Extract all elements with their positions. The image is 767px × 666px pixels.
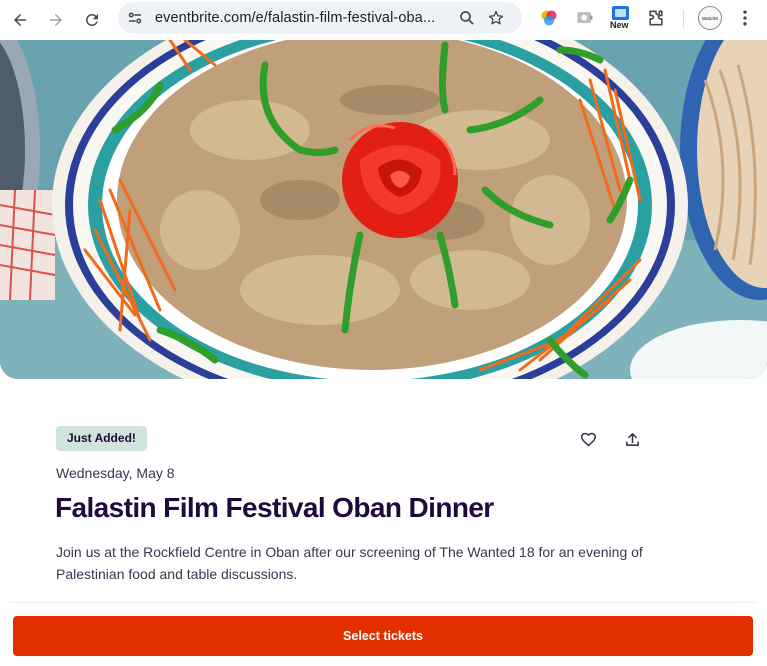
just-added-badge: Just Added! [56,426,147,451]
puzzle-extensions-icon[interactable] [646,8,666,28]
address-bar[interactable]: eventbrite.com/e/falastin-film-festival-… [118,2,522,34]
reload-icon [85,13,98,26]
forward-button[interactable] [41,5,71,35]
event-hero-image [0,40,767,379]
reload-button[interactable] [77,5,107,35]
back-button[interactable] [5,5,35,35]
arrow-left-icon [14,14,26,26]
url-text[interactable]: eventbrite.com/e/falastin-film-festival-… [155,10,451,26]
more-menu-icon[interactable] [735,8,755,28]
profile-avatar[interactable]: WatchIt [698,6,722,30]
zoom-icon[interactable] [458,9,476,27]
share-button[interactable] [620,427,644,451]
arrow-right-icon [50,14,62,26]
event-summary: Join us at the Rockfield Centre in Oban … [56,544,643,582]
new-label: New [610,20,629,30]
event-title: Falastin Film Festival Oban Dinner [55,492,494,523]
event-date: Wednesday, May 8 [56,465,175,481]
toolbar-separator [683,10,684,28]
rice-dish-illustration [0,40,767,379]
heart-icon [580,432,596,446]
picture-icon [612,6,629,20]
browser-toolbar: eventbrite.com/e/falastin-film-festival-… [0,0,767,40]
new-extension-button[interactable]: New [610,6,632,36]
content-divider [10,602,757,603]
like-button[interactable] [576,427,600,451]
select-tickets-button[interactable]: Select tickets [13,616,753,656]
screen-capture-extension-icon[interactable] [575,8,595,28]
share-icon [625,432,639,446]
site-settings-icon[interactable] [126,9,144,27]
color-extension-icon[interactable] [539,8,559,28]
avatar-text: WatchIt [701,15,719,21]
bookmark-star-icon[interactable] [487,9,505,27]
